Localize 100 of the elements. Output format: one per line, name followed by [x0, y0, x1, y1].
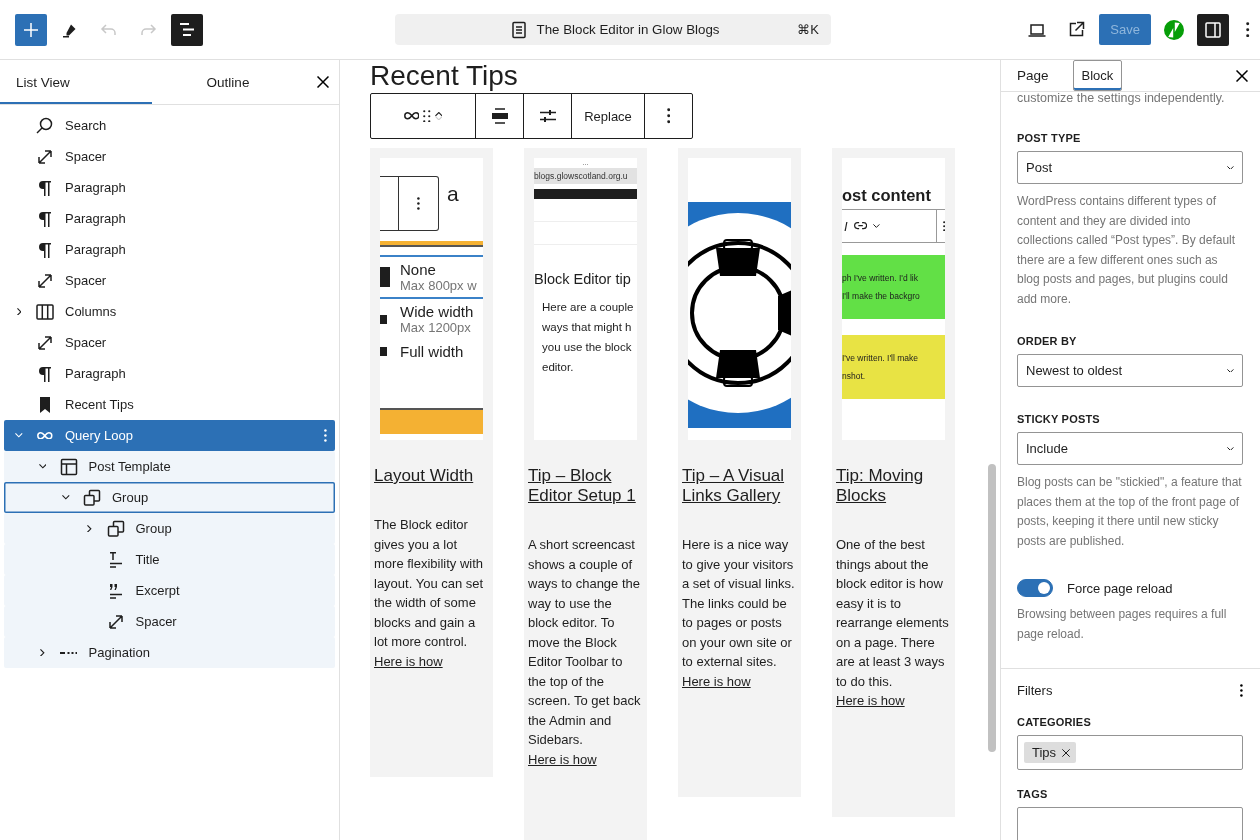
tree-item[interactable]: Spacer [4, 327, 335, 358]
post-excerpt: The Block editor gives you a lot more flexibility with layout. You can set the width of some blocks and gain a lot more control. [374, 516, 485, 651]
block-text: I've written. I'll make [842, 352, 919, 365]
add-block-button[interactable] [15, 13, 47, 46]
command-bar[interactable]: The Block Editor in Glow Blogs ⌘K [395, 14, 831, 45]
block-text: nshot. [842, 370, 867, 383]
tree-item[interactable]: Spacer [4, 265, 335, 296]
category-token[interactable]: Tips [1024, 742, 1077, 763]
options-button[interactable] [1240, 684, 1243, 697]
option-label: Full width [400, 343, 464, 360]
select-field[interactable]: Include [1017, 432, 1243, 465]
width-icon [380, 347, 387, 356]
close-icon [317, 76, 329, 88]
post-title[interactable]: Tip – A Visual Links Gallery [682, 466, 797, 506]
tree-item[interactable]: Paragraph [4, 172, 335, 203]
heading-fragment: a [447, 182, 459, 206]
remove-icon [1062, 748, 1071, 757]
help-text: WordPress contains different types of content and they are divided into collections called “Post types”. By default there are a few different ones such as blog posts and pages, but plugins could add more. [1017, 193, 1237, 308]
loop-icon [37, 431, 53, 440]
tree-item[interactable]: Excerpt [4, 575, 335, 606]
list-view-button[interactable] [171, 13, 203, 46]
token-field[interactable] [1017, 807, 1243, 840]
bolt-icon [1162, 17, 1186, 42]
tree-item[interactable]: Group [4, 482, 335, 513]
read-more-link[interactable]: Here is how [528, 749, 597, 769]
field-label: TAGS [1017, 788, 1049, 800]
block-text: ph I've written. I'd lik [842, 272, 919, 285]
width-icon [380, 314, 387, 324]
tree-item[interactable]: Group [4, 513, 335, 544]
chevron-down-icon [1227, 446, 1234, 451]
layout-option[interactable]: None Max 800px w [380, 255, 483, 299]
post-title[interactable]: Tip: Moving Blocks [836, 466, 951, 506]
sidebar-tab[interactable]: Block [1072, 60, 1123, 91]
section-heading: Recent Tips [370, 60, 519, 92]
options-icon [666, 108, 671, 124]
tree-item[interactable]: Paragraph [4, 234, 335, 265]
panel-title: Filters [1017, 683, 1053, 698]
sidebar-tab[interactable]: Page [1005, 60, 1061, 91]
options-icon [417, 197, 420, 210]
token-field[interactable]: Tips [1017, 735, 1243, 770]
post-excerpt: One of the best things about the block editor is how easy it is to rearrange elements on a page. There are at least 3 ways to do this. [836, 536, 950, 691]
close-icon [1236, 69, 1248, 82]
tree-item[interactable]: Query Loop [4, 420, 335, 451]
options-icon [324, 429, 327, 442]
tree-item[interactable]: Columns [4, 296, 335, 327]
field-label: POST TYPE [1017, 132, 1082, 144]
post-title[interactable]: Tip – Block Editor Setup 1 [528, 466, 643, 506]
select-field[interactable]: Newest to oldest [1017, 354, 1243, 387]
field-label: CATEGORIES [1017, 716, 1092, 728]
close-button[interactable] [1236, 69, 1248, 82]
replace-button[interactable]: Replace [584, 108, 632, 124]
panel-tab[interactable]: List View [0, 60, 152, 104]
post-heading: Block Editor tip [534, 271, 632, 287]
tree-item[interactable]: Paragraph [4, 358, 335, 389]
option-label: Wide width [400, 303, 474, 320]
toggle-switch[interactable] [1017, 579, 1053, 597]
read-more-link[interactable]: Here is how [374, 651, 443, 671]
tree-item[interactable]: Spacer [4, 606, 335, 637]
tree-item[interactable]: Title [4, 544, 335, 575]
select-field[interactable]: Post [1017, 151, 1243, 184]
settings-button[interactable] [1197, 13, 1229, 46]
post-text: editor. [541, 360, 575, 375]
help-text: Browsing between pages requires a full page reload. [1017, 606, 1228, 643]
chevron-icon [872, 224, 880, 228]
options-icon [942, 220, 945, 232]
tree-item[interactable]: Search [4, 110, 335, 141]
read-more-link[interactable]: Here is how [682, 671, 751, 691]
layout-option[interactable]: Full width [380, 339, 483, 364]
panel-tab[interactable]: Outline [152, 60, 304, 104]
keyboard-shortcut: ⌘K [797, 22, 819, 37]
chevron-down-icon [1227, 368, 1234, 373]
url-bar: blogs.glowscotland.org.u [534, 168, 637, 184]
field-label: STICKY POSTS [1017, 413, 1101, 425]
move-up-button[interactable] [434, 111, 443, 116]
post-text: you use the block [541, 340, 633, 355]
scrollbar[interactable] [988, 464, 996, 752]
close-button[interactable] [317, 76, 329, 88]
options-icon [1240, 684, 1243, 697]
chevron-up-icon [434, 111, 443, 116]
tree-item[interactable]: Post Template [4, 451, 335, 482]
tree-item[interactable]: Spacer [4, 141, 335, 172]
block-type-button[interactable] [403, 112, 420, 120]
more-options-button[interactable] [666, 108, 671, 124]
post-text: ways that might h [541, 320, 633, 335]
drag-handle[interactable] [423, 109, 431, 123]
options-icon [1246, 21, 1250, 38]
layout-option[interactable]: Wide width Max 1200px [380, 299, 483, 339]
block-text: I'll make the backgro [842, 290, 921, 303]
loop-icon [403, 112, 420, 120]
tree-item[interactable]: Pagination [4, 637, 335, 668]
width-icon [380, 267, 390, 287]
tree-item[interactable]: Recent Tips [4, 389, 335, 420]
post-title[interactable]: Layout Width [374, 466, 489, 486]
chevron-down-icon [434, 116, 443, 121]
field-label: ORDER BY [1017, 335, 1078, 347]
post-heading: ost content [842, 186, 932, 205]
tree-item[interactable]: Paragraph [4, 203, 335, 234]
dots-text: ... [581, 158, 590, 168]
toggle-label: Force page reload [1067, 580, 1173, 596]
read-more-link[interactable]: Here is how [836, 691, 905, 711]
